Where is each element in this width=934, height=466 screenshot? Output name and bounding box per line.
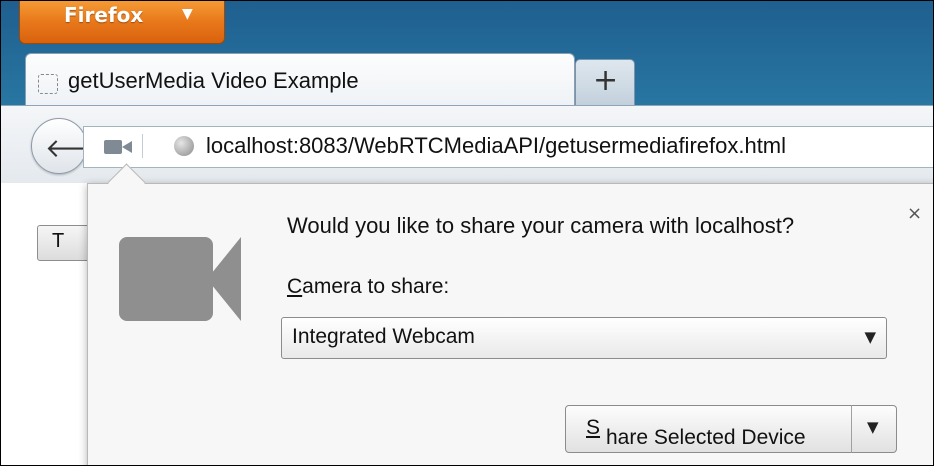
share-options-dropdown-button[interactable]: ▼ [851,405,897,453]
permission-question: Would you like to share your camera with… [287,213,795,238]
video-camera-icon [119,237,213,321]
close-icon[interactable]: × [907,203,922,224]
back-button[interactable]: 🡐 [31,118,115,174]
page-button-label: T [52,230,65,252]
plus-icon: + [593,63,619,98]
camera-icon[interactable] [102,134,143,158]
camera-select[interactable]: Integrated Webcam ▼ [281,317,887,359]
firefox-menu-button[interactable]: Firefox ▼ [19,1,225,44]
camera-body-shape [104,140,122,154]
camera-select-label: Camera to share: [287,275,449,299]
url-text[interactable]: localhost:8083/WebRTCMediaAPI/getusermed… [206,133,786,159]
share-accesskey: S [586,416,601,439]
chevron-down-icon: ▼ [182,6,193,22]
globe-icon [174,136,194,156]
share-button-label: Share Selected Device [586,416,806,449]
camera-label-text: amera to share: [302,275,450,298]
browser-window: Firefox ▼ getUserMedia Video Example + 🡐… [0,0,934,466]
camera-label-accesskey: C [287,275,303,298]
tab-title: getUserMedia Video Example [68,68,359,93]
tab-active[interactable]: getUserMedia Video Example [25,53,575,106]
url-bar[interactable]: localhost:8083/WebRTCMediaAPI/getusermed… [83,126,933,168]
share-label-text: hare Selected Device [606,426,806,449]
firefox-menu-label: Firefox [64,3,144,27]
camera-lens-shape [122,141,132,153]
chevron-down-icon: ▼ [867,418,879,436]
new-tab-button[interactable]: + [575,59,635,106]
video-camera-lens-icon [207,237,241,321]
blank-page-icon [38,74,58,94]
chevron-down-icon: ▼ [864,328,876,346]
camera-select-value: Integrated Webcam [292,325,475,348]
share-selected-device-button[interactable]: Share Selected Device [565,405,853,453]
navigation-toolbar: 🡐 localhost:8083/WebRTCMediaAPI/getuserm… [1,105,933,184]
